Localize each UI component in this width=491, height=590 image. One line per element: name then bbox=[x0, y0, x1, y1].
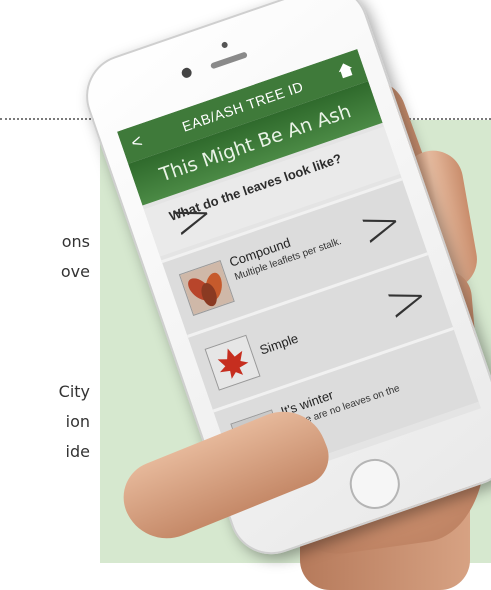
compound-leaf-icon bbox=[178, 260, 235, 316]
chevron-right-icon: > bbox=[351, 190, 411, 260]
earpiece-speaker bbox=[209, 51, 248, 70]
proximity-sensor bbox=[220, 41, 229, 49]
background-text-fragment: ide bbox=[65, 442, 90, 461]
option-title: Simple bbox=[257, 330, 301, 358]
maple-leaf-icon bbox=[204, 334, 261, 391]
chevron-right-icon: > bbox=[377, 265, 436, 334]
background-text-fragment: City bbox=[58, 382, 90, 401]
background-text-fragment: ons bbox=[61, 232, 90, 251]
background-text-fragment: ion bbox=[65, 412, 90, 431]
background-text-fragment: ove bbox=[60, 262, 90, 281]
home-button[interactable] bbox=[343, 452, 407, 516]
front-camera bbox=[180, 66, 194, 80]
